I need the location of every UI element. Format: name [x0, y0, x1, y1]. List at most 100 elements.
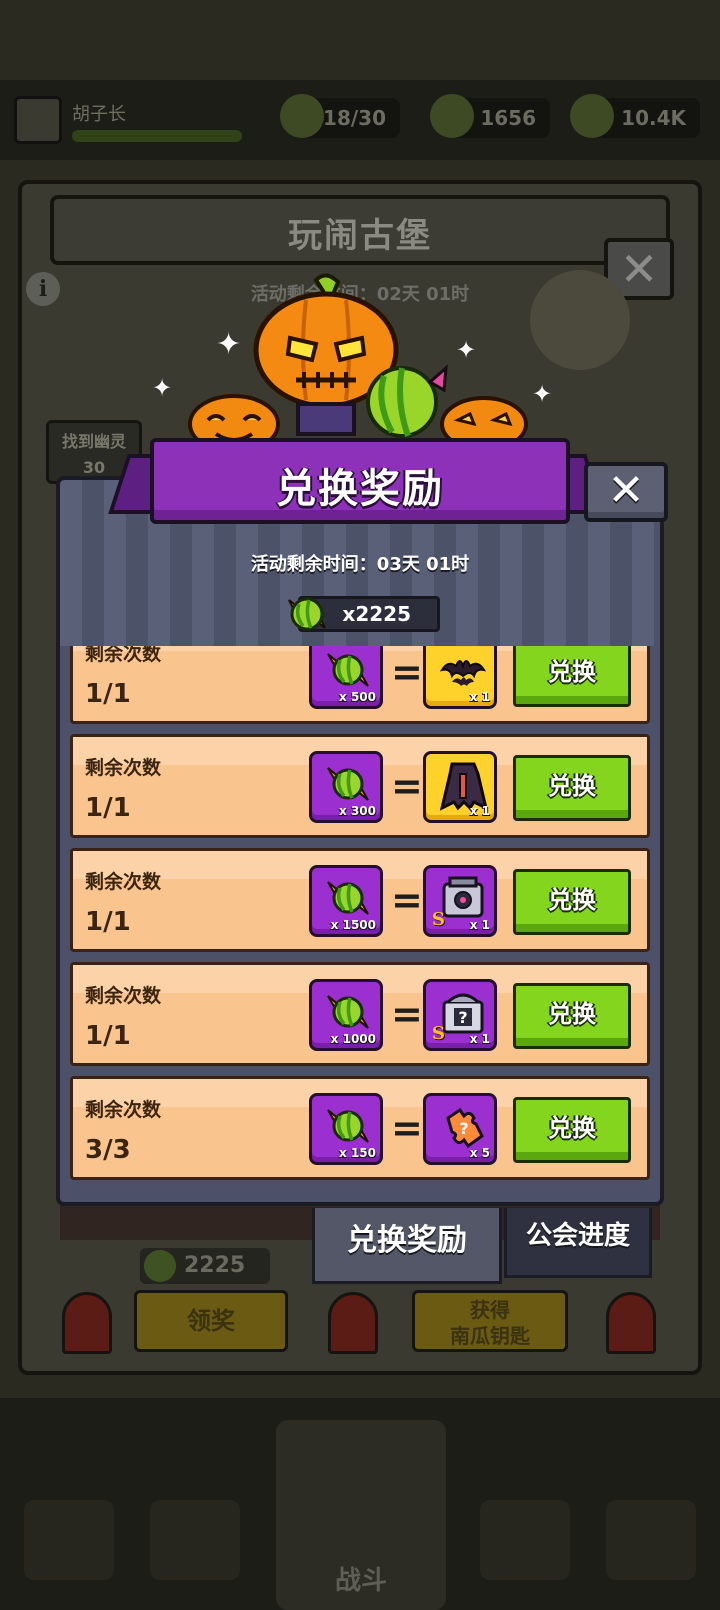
- candy-icon: [327, 881, 369, 915]
- cost-tile: x 150: [309, 1093, 383, 1165]
- candy-icon: [327, 653, 369, 687]
- remaining-count: 1/1: [85, 907, 131, 937]
- sparkle-icon: ✦: [532, 380, 553, 408]
- cost-tile: x 1000: [309, 979, 383, 1051]
- equals-sign: =: [391, 878, 423, 922]
- tab-exchange-rewards[interactable]: 兑换奖励: [312, 1208, 502, 1284]
- s-rank-badge: S: [432, 909, 445, 930]
- get-keys-line2: 南瓜钥匙: [450, 1324, 530, 1348]
- exchange-row: 剩余次数 1/1 x 1500 = S x 1 兑换: [70, 848, 650, 952]
- nav-shop-icon: [24, 1500, 114, 1580]
- event-timer: 活动剩余时间：03天 01时: [250, 554, 470, 575]
- exchange-button[interactable]: 兑换: [513, 869, 631, 935]
- reward-qty: x 1: [469, 918, 490, 932]
- cost-tile: x 300: [309, 751, 383, 823]
- exchange-button[interactable]: 兑换: [513, 646, 631, 707]
- cost-tile: x 500: [309, 646, 383, 709]
- nav-event-icon: [606, 1500, 696, 1580]
- remaining-label: 剩余次数: [85, 1099, 162, 1121]
- find-ghost-label: 找到幽灵: [61, 432, 126, 451]
- reward-tile: ? S x 1: [423, 979, 497, 1051]
- window-decoration: [62, 1292, 112, 1354]
- coin-value: 10.4K: [621, 106, 686, 130]
- s-rank-badge: S: [432, 1023, 445, 1044]
- get-pumpkin-keys-button: 获得 南瓜钥匙: [412, 1290, 568, 1352]
- energy-stat: 18/30: [280, 94, 400, 138]
- sparkle-icon: ✦: [216, 327, 242, 362]
- cost-qty: x 150: [339, 1146, 376, 1160]
- nav-battle-label: 战斗: [334, 1566, 387, 1596]
- nav-hero-icon: [150, 1500, 240, 1580]
- cost-tile: x 1500: [309, 865, 383, 937]
- reward-tile: ? x 5: [423, 1093, 497, 1165]
- bat-icon: [439, 660, 487, 686]
- reward-tile: S x 1: [423, 865, 497, 937]
- cost-qty: x 500: [339, 690, 376, 704]
- candy-count-value: 2225: [184, 1253, 246, 1278]
- dialog-title: 兑换奖励: [276, 466, 444, 512]
- exchange-button[interactable]: 兑换: [513, 755, 631, 821]
- candy-icon: [327, 1109, 369, 1143]
- gem-icon: [430, 94, 474, 138]
- moon-decoration: [530, 270, 630, 370]
- info-icon: i: [26, 272, 60, 306]
- candy-currency-icon: [288, 597, 326, 631]
- reward-qty: x 5: [469, 1146, 490, 1160]
- exchange-row: 剩余次数 1/1 x 300 = x 1 兑换: [70, 734, 650, 838]
- get-keys-line1: 获得: [470, 1298, 510, 1322]
- exchange-button[interactable]: 兑换: [513, 983, 631, 1049]
- remaining-count: 1/1: [85, 793, 131, 823]
- sparkle-icon: ✦: [152, 374, 173, 402]
- exchange-row: 剩余次数 1/1 x 500 = x 1 兑换: [70, 646, 650, 724]
- svg-text:?: ?: [458, 1008, 467, 1027]
- nav-guild-icon: [480, 1500, 570, 1580]
- candy-icon: [144, 1250, 176, 1282]
- robot-head-icon: [442, 876, 484, 918]
- gem-value: 1656: [480, 106, 536, 130]
- candy-count: 2225: [140, 1248, 270, 1284]
- coin-icon: [570, 94, 614, 138]
- player-avatar: [14, 96, 62, 144]
- coin-stat: 10.4K: [570, 94, 700, 138]
- cost-qty: x 1500: [330, 918, 376, 932]
- tab-guild-progress[interactable]: 公会进度: [504, 1208, 652, 1278]
- exchange-row: 剩余次数 3/3 x 150 = ? x 5 兑换: [70, 1076, 650, 1180]
- remaining-label: 剩余次数: [85, 985, 162, 1007]
- candy-balance-value: x2225: [342, 602, 411, 626]
- exchange-row: 剩余次数 1/1 x 1000 = ? S x 1 兑换: [70, 962, 650, 1066]
- remaining-count: 1/1: [85, 679, 131, 709]
- reward-tile: x 1: [423, 751, 497, 823]
- window-decoration: [606, 1292, 656, 1354]
- energy-value: 18/30: [323, 106, 386, 130]
- mystery-chest-icon: ?: [442, 993, 484, 1034]
- remaining-count: 1/1: [85, 1021, 131, 1051]
- remaining-label: 剩余次数: [85, 757, 162, 779]
- candy-icon: [327, 767, 369, 801]
- equals-sign: =: [391, 650, 423, 694]
- exchange-button[interactable]: 兑换: [513, 1097, 631, 1163]
- remaining-label: 剩余次数: [85, 871, 162, 893]
- reward-qty: x 1: [469, 1032, 490, 1046]
- energy-icon: [280, 94, 324, 138]
- reward-qty: x 1: [469, 690, 490, 704]
- gem-stat: 1656: [430, 94, 550, 138]
- window-decoration: [328, 1292, 378, 1354]
- candy-icon: [327, 995, 369, 1029]
- xp-bar: [72, 130, 242, 142]
- puzzle-piece-icon: ?: [446, 1107, 484, 1149]
- equals-sign: =: [391, 992, 423, 1036]
- cost-qty: x 300: [339, 804, 376, 818]
- cost-qty: x 1000: [330, 1032, 376, 1046]
- sparkle-icon: ✦: [456, 336, 477, 364]
- reward-tile: x 1: [423, 646, 497, 709]
- big-candy-icon: [366, 364, 448, 438]
- claim-button: 领奖: [134, 1290, 288, 1352]
- close-button[interactable]: ✕: [584, 462, 668, 522]
- remaining-count: 3/3: [85, 1135, 131, 1165]
- top-status-bar: 胡子长 18/30 1656 10.4K: [0, 80, 720, 160]
- exchange-list[interactable]: 剩余次数 1/1 x 500 = x 1 兑换 剩余次数 1/1 x 300 =…: [60, 646, 660, 1180]
- equals-sign: =: [391, 1106, 423, 1150]
- remaining-label: 剩余次数: [85, 646, 162, 665]
- svg-text:?: ?: [459, 1119, 468, 1138]
- player-name: 胡子长: [72, 104, 126, 125]
